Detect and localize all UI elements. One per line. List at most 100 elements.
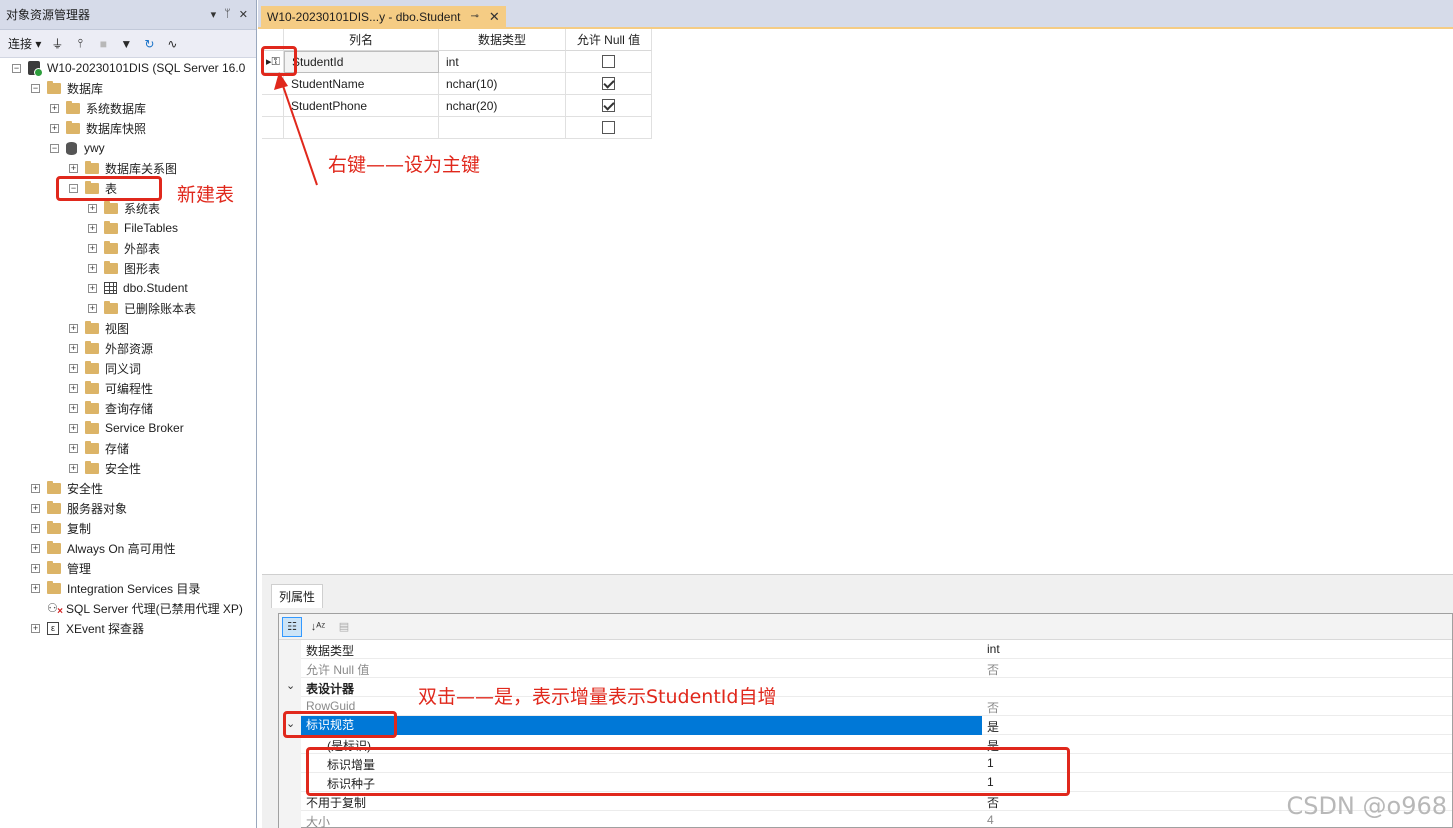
collapse-icon[interactable]: − (69, 183, 78, 193)
data-type-cell[interactable] (439, 117, 566, 139)
expand-icon[interactable]: + (69, 383, 78, 393)
tree-node[interactable]: − ywy (50, 138, 105, 158)
expand-icon[interactable]: + (88, 263, 97, 273)
tab-dbo-student[interactable]: W10-20230101DIS...y - dbo.Student ⊸ ✕ (261, 6, 506, 27)
expand-icon[interactable]: + (31, 523, 40, 533)
expand-icon[interactable]: + (31, 483, 40, 493)
refresh-icon[interactable]: ↻ (142, 37, 156, 51)
expand-icon[interactable]: + (69, 363, 78, 373)
chevron-down-icon[interactable]: ⌄ (286, 717, 295, 730)
expand-icon[interactable]: + (69, 403, 78, 413)
tree-node[interactable]: + 系统表 (88, 198, 160, 218)
property-value[interactable]: 是 (987, 718, 999, 735)
tree-node[interactable]: + 视图 (69, 318, 129, 338)
expand-icon[interactable]: + (88, 283, 97, 293)
column-header[interactable]: 列名 (284, 29, 439, 51)
property-value[interactable]: 否 (987, 794, 999, 811)
tree-node[interactable]: + 外部资源 (69, 338, 153, 358)
tree-node[interactable]: − 数据库 (31, 78, 103, 98)
allow-null-checkbox[interactable] (602, 99, 615, 112)
tree-node[interactable]: + 安全性 (31, 478, 103, 498)
tree-node[interactable]: + 复制 (31, 518, 91, 538)
property-value[interactable]: int (987, 642, 1000, 656)
categorized-icon[interactable]: ☷ (282, 616, 302, 637)
tree-node[interactable]: + 存储 (69, 438, 129, 458)
property-value[interactable]: 否 (987, 661, 999, 678)
data-type-cell[interactable]: nchar(20) (439, 95, 566, 117)
connect-button[interactable]: 连接 ▾ (8, 35, 41, 52)
activity-monitor-icon[interactable]: ∿ (165, 37, 179, 51)
expand-icon[interactable]: + (88, 303, 97, 313)
close-icon[interactable]: ✕ (239, 8, 248, 21)
property-value[interactable]: 4 (987, 813, 994, 827)
property-row[interactable]: (是标识) 是 (279, 735, 1452, 754)
column-header[interactable]: 允许 Null 值 (566, 29, 652, 51)
sort-alpha-icon[interactable]: ↓ᴬᶻ (308, 617, 328, 637)
tree-node[interactable]: + 外部表 (88, 238, 160, 258)
tree-node[interactable]: − W10-20230101DIS (SQL Server 16.0 (12, 58, 245, 78)
chevron-down-icon[interactable]: ⌄ (286, 679, 295, 692)
disconnect-icon[interactable]: ⫯ (73, 36, 87, 51)
tree-node[interactable]: + 查询存储 (69, 398, 153, 418)
property-value[interactable]: 1 (987, 756, 994, 770)
tree-node[interactable]: + ε XEvent 探查器 (31, 618, 144, 638)
property-row[interactable]: 允许 Null 值 否 (279, 659, 1452, 678)
expand-icon[interactable]: + (88, 243, 97, 253)
expand-icon[interactable]: + (69, 443, 78, 453)
tree-node[interactable]: + 系统数据库 (50, 98, 146, 118)
property-row[interactable]: 不用于复制 否 (279, 792, 1452, 811)
collapse-icon[interactable]: − (31, 83, 40, 93)
data-type-cell[interactable]: nchar(10) (439, 73, 566, 95)
close-icon[interactable]: ✕ (489, 9, 500, 25)
expand-icon[interactable]: + (50, 103, 59, 113)
tree-node[interactable]: + 可编程性 (69, 378, 153, 398)
tree-node[interactable]: + 已删除账本表 (88, 298, 196, 318)
allow-null-checkbox[interactable] (602, 77, 615, 90)
tree-node[interactable]: + 数据库关系图 (69, 158, 177, 178)
collapse-icon[interactable]: − (50, 143, 59, 153)
tree-node[interactable]: + 安全性 (69, 458, 141, 478)
tab-column-properties[interactable]: 列属性 (271, 584, 324, 608)
stop-icon[interactable]: ■ (96, 37, 110, 51)
tree-node[interactable]: + 数据库快照 (50, 118, 146, 138)
property-value[interactable]: 否 (987, 699, 999, 716)
expand-icon[interactable]: + (31, 543, 40, 553)
tree-node[interactable]: + Always On 高可用性 (31, 538, 176, 558)
property-row[interactable]: 大小 4 (279, 811, 1452, 828)
expand-icon[interactable]: + (31, 563, 40, 573)
tree-node[interactable]: + 同义词 (69, 358, 141, 378)
pin-icon[interactable]: ᛘ (224, 8, 231, 21)
tree-node[interactable]: + FileTables (88, 218, 178, 238)
tree-node[interactable]: ⚇SQL Server 代理(已禁用代理 XP) (31, 598, 243, 619)
property-row[interactable]: ⌄ 标识规范是 (279, 716, 1452, 735)
property-value[interactable]: 是 (987, 737, 999, 754)
allow-null-checkbox[interactable] (602, 121, 615, 134)
filter-icon[interactable]: ▼ (119, 37, 133, 51)
connect-icon[interactable]: ⏚ (50, 37, 64, 51)
allow-null-checkbox[interactable] (602, 55, 615, 68)
property-value[interactable]: 1 (987, 775, 994, 789)
column-header[interactable]: 数据类型 (439, 29, 566, 51)
expand-icon[interactable]: + (50, 123, 59, 133)
tree-node[interactable]: + Integration Services 目录 (31, 578, 200, 598)
expand-icon[interactable]: + (31, 503, 40, 513)
expand-icon[interactable]: + (69, 343, 78, 353)
expand-icon[interactable]: + (69, 323, 78, 333)
property-row[interactable]: 标识种子 1 (279, 773, 1452, 792)
tree-node[interactable]: + 管理 (31, 558, 91, 578)
data-type-cell[interactable]: int (439, 51, 566, 73)
tree-node[interactable]: + 图形表 (88, 258, 160, 278)
expand-icon[interactable]: + (88, 223, 97, 233)
dropdown-icon[interactable]: ▾ (211, 8, 217, 21)
expand-icon[interactable]: + (31, 583, 40, 593)
expand-icon[interactable]: + (31, 623, 40, 633)
expand-icon[interactable]: + (69, 163, 78, 173)
property-row[interactable]: 数据类型 int (279, 640, 1452, 659)
property-row[interactable]: 标识增量 1 (279, 754, 1452, 773)
expand-icon[interactable]: + (88, 203, 97, 213)
collapse-icon[interactable]: − (12, 63, 21, 73)
tree-node[interactable]: + dbo.Student (88, 278, 188, 298)
property-pages-icon[interactable]: ▤ (334, 617, 354, 637)
expand-icon[interactable]: + (69, 463, 78, 473)
expand-icon[interactable]: + (69, 423, 78, 433)
